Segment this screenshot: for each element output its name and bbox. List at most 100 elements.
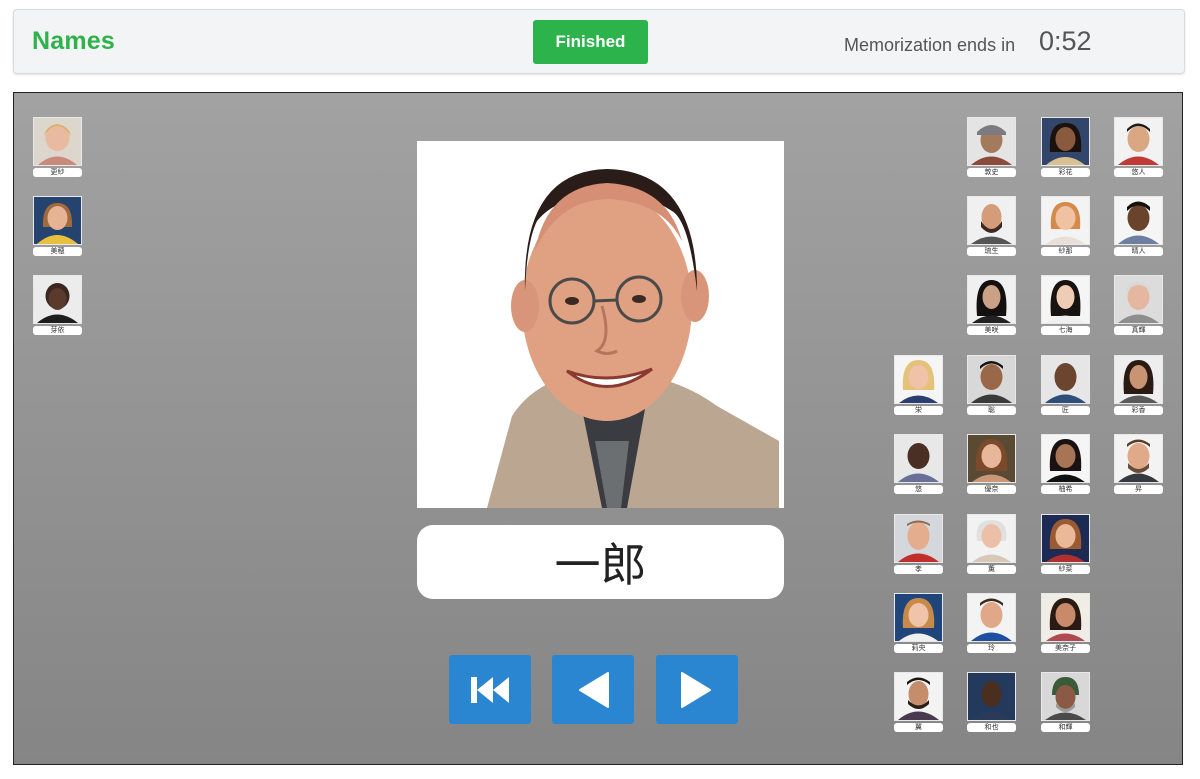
face-name: 琉生 xyxy=(967,247,1016,256)
face-name: 敦史 xyxy=(967,168,1016,177)
face-card[interactable]: 匠 xyxy=(1041,355,1090,415)
face-thumbnail xyxy=(33,117,82,166)
page-title: Names xyxy=(32,27,115,55)
face-name: 真輝 xyxy=(1114,326,1163,335)
face-name: 晴人 xyxy=(1114,247,1163,256)
face-name: 和也 xyxy=(967,723,1016,732)
face-card[interactable]: 敦史 xyxy=(967,117,1016,177)
face-thumbnail xyxy=(894,672,943,721)
timer-label: Memorization ends in xyxy=(844,35,1016,55)
previous-icon xyxy=(579,671,609,708)
face-name: 柚希 xyxy=(1041,485,1090,494)
face-thumbnail xyxy=(1041,117,1090,166)
face-card[interactable]: 美奈子 xyxy=(1041,593,1090,653)
face-name: 栄 xyxy=(894,406,943,415)
face-name: 孝 xyxy=(894,565,943,574)
previous-button[interactable] xyxy=(552,655,634,724)
face-thumbnail xyxy=(1114,117,1163,166)
face-thumbnail xyxy=(894,355,943,404)
face-card[interactable]: 薫 xyxy=(967,514,1016,574)
face-thumbnail xyxy=(894,593,943,642)
face-thumbnail xyxy=(967,275,1016,324)
face-card[interactable]: 和輝 xyxy=(1041,672,1090,732)
face-thumbnail xyxy=(1041,355,1090,404)
face-thumbnail xyxy=(1041,434,1090,483)
current-face-photo xyxy=(417,141,784,508)
face-name: 和輝 xyxy=(1041,723,1090,732)
face-card[interactable]: 紗那 xyxy=(1041,196,1090,256)
header-bar: Names Finished Memorization ends in 0:52 xyxy=(13,9,1185,74)
face-thumbnail xyxy=(967,196,1016,245)
face-thumbnail xyxy=(894,434,943,483)
face-thumbnail xyxy=(1114,355,1163,404)
face-card[interactable]: 琉生 xyxy=(967,196,1016,256)
face-card[interactable]: 七海 xyxy=(1041,275,1090,335)
face-card[interactable]: 更紗 xyxy=(33,117,82,177)
face-card[interactable]: 和也 xyxy=(967,672,1016,732)
face-thumbnail xyxy=(1114,196,1163,245)
face-card[interactable]: 紗菜 xyxy=(1041,514,1090,574)
face-card[interactable]: 美咲 xyxy=(967,275,1016,335)
face-thumbnail xyxy=(1114,434,1163,483)
face-name: 更紗 xyxy=(33,168,82,177)
face-name: 莉央 xyxy=(894,644,943,653)
face-thumbnail xyxy=(967,593,1016,642)
face-card[interactable]: 聡 xyxy=(967,355,1016,415)
face-card[interactable]: 翼 xyxy=(894,672,943,732)
face-card[interactable]: 真輝 xyxy=(1114,275,1163,335)
face-card[interactable]: 優奈 xyxy=(967,434,1016,494)
face-card[interactable]: 彩香 xyxy=(1114,355,1163,415)
face-name: 芽依 xyxy=(33,326,82,335)
face-thumbnail xyxy=(1041,275,1090,324)
memorization-stage: 更紗 美穂 芽依 一郎 敦史 彩花 悠人 琉生 紗那 晴人 美咲 七海 真輝 栄… xyxy=(13,92,1183,765)
face-thumbnail xyxy=(33,196,82,245)
current-face-name: 一郎 xyxy=(417,525,784,599)
face-thumbnail xyxy=(33,275,82,324)
face-card[interactable]: 悠 xyxy=(894,434,943,494)
next-icon xyxy=(681,671,711,708)
face-name: 昇 xyxy=(1114,485,1163,494)
face-card[interactable]: 彩花 xyxy=(1041,117,1090,177)
next-button[interactable] xyxy=(656,655,738,724)
finished-button[interactable]: Finished xyxy=(533,20,648,64)
face-thumbnail xyxy=(1041,514,1090,563)
face-thumbnail xyxy=(967,355,1016,404)
face-name: 翼 xyxy=(894,723,943,732)
face-name: 彩香 xyxy=(1114,406,1163,415)
face-thumbnail xyxy=(1041,593,1090,642)
face-name: 悠人 xyxy=(1114,168,1163,177)
face-name: 薫 xyxy=(967,565,1016,574)
face-name: 玲 xyxy=(967,644,1016,653)
timer-value: 0:52 xyxy=(1039,26,1092,56)
face-name: 彩花 xyxy=(1041,168,1090,177)
face-thumbnail xyxy=(1041,196,1090,245)
face-card[interactable]: 晴人 xyxy=(1114,196,1163,256)
face-name: 匠 xyxy=(1041,406,1090,415)
face-thumbnail xyxy=(1041,672,1090,721)
face-name: 美穂 xyxy=(33,247,82,256)
face-name: 聡 xyxy=(967,406,1016,415)
face-card[interactable]: 芽依 xyxy=(33,275,82,335)
face-name: 悠 xyxy=(894,485,943,494)
face-name: 美咲 xyxy=(967,326,1016,335)
face-name: 紗那 xyxy=(1041,247,1090,256)
face-card[interactable]: 悠人 xyxy=(1114,117,1163,177)
face-card[interactable]: 玲 xyxy=(967,593,1016,653)
face-name: 美奈子 xyxy=(1041,644,1090,653)
face-card[interactable]: 美穂 xyxy=(33,196,82,256)
face-card[interactable]: 栄 xyxy=(894,355,943,415)
face-name: 優奈 xyxy=(967,485,1016,494)
face-card[interactable]: 孝 xyxy=(894,514,943,574)
face-thumbnail xyxy=(967,117,1016,166)
face-thumbnail xyxy=(967,514,1016,563)
face-card[interactable]: 莉央 xyxy=(894,593,943,653)
face-thumbnail xyxy=(1114,275,1163,324)
face-name: 七海 xyxy=(1041,326,1090,335)
face-thumbnail xyxy=(967,434,1016,483)
skip-to-first-icon xyxy=(471,676,509,703)
face-thumbnail xyxy=(894,514,943,563)
first-button[interactable] xyxy=(449,655,531,724)
face-thumbnail xyxy=(967,672,1016,721)
face-card[interactable]: 柚希 xyxy=(1041,434,1090,494)
face-card[interactable]: 昇 xyxy=(1114,434,1163,494)
